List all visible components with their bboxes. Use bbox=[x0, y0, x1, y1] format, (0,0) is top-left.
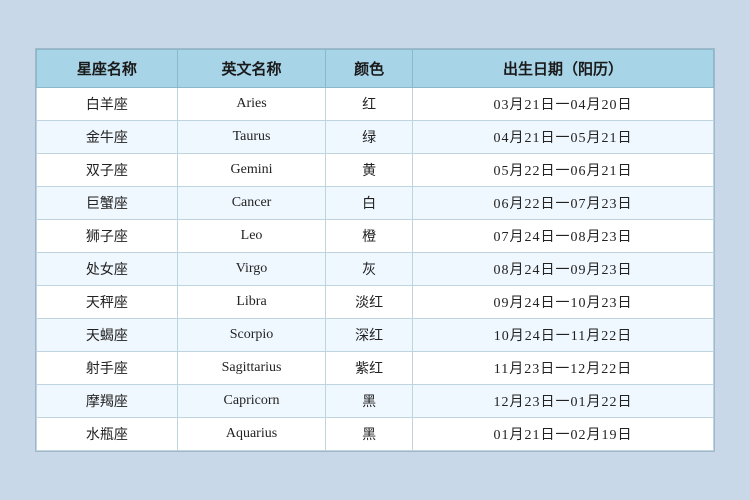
english-name-cell: Capricorn bbox=[177, 385, 325, 418]
table-row: 巨蟹座Cancer白06月22日一07月23日 bbox=[37, 187, 714, 220]
dates-cell: 03月21日一04月20日 bbox=[413, 88, 714, 121]
chinese-name-cell: 金牛座 bbox=[37, 121, 178, 154]
dates-cell: 01月21日一02月19日 bbox=[413, 418, 714, 451]
color-cell: 黑 bbox=[326, 418, 413, 451]
color-cell: 深红 bbox=[326, 319, 413, 352]
english-name-cell: Sagittarius bbox=[177, 352, 325, 385]
english-name-cell: Scorpio bbox=[177, 319, 325, 352]
english-name-cell: Aries bbox=[177, 88, 325, 121]
chinese-name-cell: 处女座 bbox=[37, 253, 178, 286]
color-cell: 淡红 bbox=[326, 286, 413, 319]
table-row: 水瓶座Aquarius黑01月21日一02月19日 bbox=[37, 418, 714, 451]
table-row: 摩羯座Capricorn黑12月23日一01月22日 bbox=[37, 385, 714, 418]
chinese-name-cell: 水瓶座 bbox=[37, 418, 178, 451]
english-name-cell: Virgo bbox=[177, 253, 325, 286]
dates-cell: 07月24日一08月23日 bbox=[413, 220, 714, 253]
header-color: 颜色 bbox=[326, 50, 413, 88]
color-cell: 橙 bbox=[326, 220, 413, 253]
english-name-cell: Libra bbox=[177, 286, 325, 319]
chinese-name-cell: 白羊座 bbox=[37, 88, 178, 121]
table-row: 天秤座Libra淡红09月24日一10月23日 bbox=[37, 286, 714, 319]
english-name-cell: Leo bbox=[177, 220, 325, 253]
header-dates: 出生日期（阳历） bbox=[413, 50, 714, 88]
zodiac-table-container: 星座名称 英文名称 颜色 出生日期（阳历） 白羊座Aries红03月21日一04… bbox=[35, 48, 715, 452]
color-cell: 白 bbox=[326, 187, 413, 220]
chinese-name-cell: 天秤座 bbox=[37, 286, 178, 319]
dates-cell: 11月23日一12月22日 bbox=[413, 352, 714, 385]
color-cell: 黑 bbox=[326, 385, 413, 418]
dates-cell: 04月21日一05月21日 bbox=[413, 121, 714, 154]
chinese-name-cell: 双子座 bbox=[37, 154, 178, 187]
english-name-cell: Cancer bbox=[177, 187, 325, 220]
chinese-name-cell: 狮子座 bbox=[37, 220, 178, 253]
color-cell: 红 bbox=[326, 88, 413, 121]
table-body: 白羊座Aries红03月21日一04月20日金牛座Taurus绿04月21日一0… bbox=[37, 88, 714, 451]
english-name-cell: Taurus bbox=[177, 121, 325, 154]
dates-cell: 10月24日一11月22日 bbox=[413, 319, 714, 352]
header-english-name: 英文名称 bbox=[177, 50, 325, 88]
table-row: 射手座Sagittarius紫红11月23日一12月22日 bbox=[37, 352, 714, 385]
dates-cell: 06月22日一07月23日 bbox=[413, 187, 714, 220]
dates-cell: 05月22日一06月21日 bbox=[413, 154, 714, 187]
color-cell: 灰 bbox=[326, 253, 413, 286]
table-row: 双子座Gemini黄05月22日一06月21日 bbox=[37, 154, 714, 187]
dates-cell: 09月24日一10月23日 bbox=[413, 286, 714, 319]
english-name-cell: Aquarius bbox=[177, 418, 325, 451]
color-cell: 紫红 bbox=[326, 352, 413, 385]
chinese-name-cell: 巨蟹座 bbox=[37, 187, 178, 220]
header-chinese-name: 星座名称 bbox=[37, 50, 178, 88]
english-name-cell: Gemini bbox=[177, 154, 325, 187]
table-row: 狮子座Leo橙07月24日一08月23日 bbox=[37, 220, 714, 253]
chinese-name-cell: 摩羯座 bbox=[37, 385, 178, 418]
chinese-name-cell: 射手座 bbox=[37, 352, 178, 385]
table-header-row: 星座名称 英文名称 颜色 出生日期（阳历） bbox=[37, 50, 714, 88]
color-cell: 黄 bbox=[326, 154, 413, 187]
table-row: 白羊座Aries红03月21日一04月20日 bbox=[37, 88, 714, 121]
dates-cell: 08月24日一09月23日 bbox=[413, 253, 714, 286]
zodiac-table: 星座名称 英文名称 颜色 出生日期（阳历） 白羊座Aries红03月21日一04… bbox=[36, 49, 714, 451]
table-row: 处女座Virgo灰08月24日一09月23日 bbox=[37, 253, 714, 286]
dates-cell: 12月23日一01月22日 bbox=[413, 385, 714, 418]
table-row: 天蝎座Scorpio深红10月24日一11月22日 bbox=[37, 319, 714, 352]
table-row: 金牛座Taurus绿04月21日一05月21日 bbox=[37, 121, 714, 154]
chinese-name-cell: 天蝎座 bbox=[37, 319, 178, 352]
color-cell: 绿 bbox=[326, 121, 413, 154]
